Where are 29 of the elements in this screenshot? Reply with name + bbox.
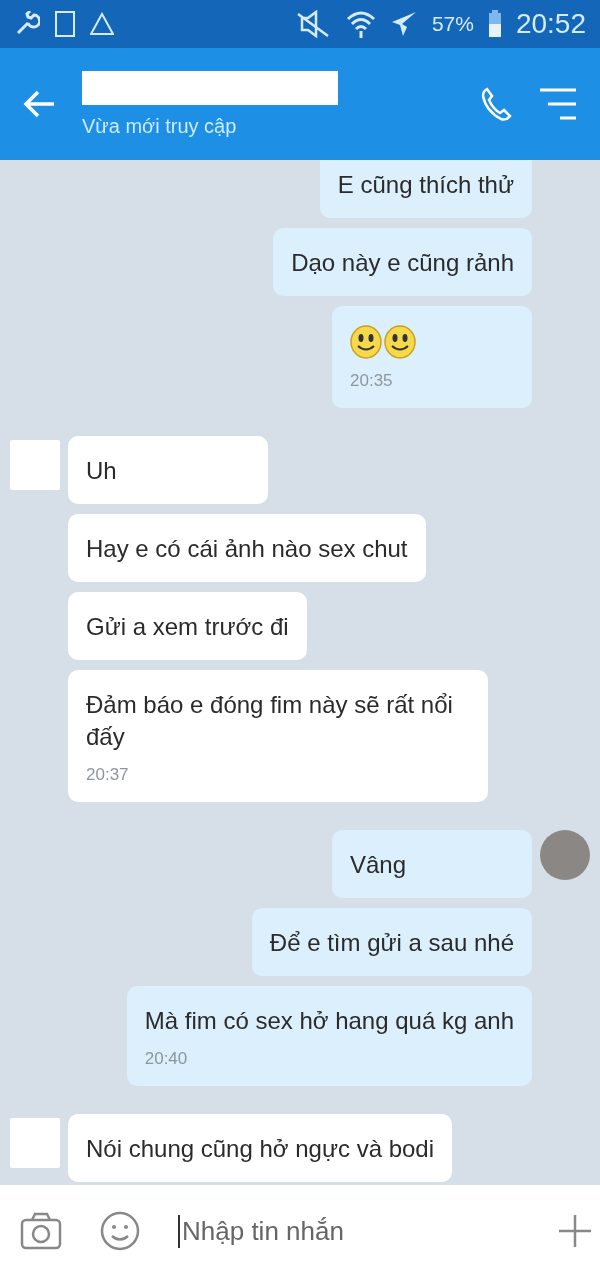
last-seen-status: Vừa mới truy cập xyxy=(82,114,238,138)
message-time: 20:37 xyxy=(86,765,130,785)
message-text: Hay e có cái ảnh nào sex chut xyxy=(86,534,408,564)
message-text: Nói chung cũng hở ngực và bodi xyxy=(86,1134,435,1164)
message-text: E cũng thích thử xyxy=(337,170,514,200)
wrench-icon xyxy=(14,11,40,37)
message-input[interactable]: Nhập tin nhắn xyxy=(178,1214,519,1248)
message-text: Mà fim có sex hở hang quá kg anh xyxy=(144,1006,514,1036)
battery-percent: 57% xyxy=(431,12,474,36)
back-button[interactable] xyxy=(22,89,56,119)
message-time: 20:40 xyxy=(144,1049,189,1069)
clock-time: 20:52 xyxy=(515,8,586,40)
menu-button[interactable] xyxy=(538,87,578,121)
message-text: Để e tìm gửi a sau nhé xyxy=(269,928,514,958)
message-text: Vâng xyxy=(350,850,408,880)
smiley-icon xyxy=(350,325,382,359)
message-text: Uh xyxy=(86,456,118,486)
message-text: Đảm báo e đóng fim này sẽ rất nổi đấy xyxy=(86,690,454,752)
smiley-icon xyxy=(384,325,416,359)
add-button[interactable] xyxy=(557,1213,593,1249)
message-time: 20:35 xyxy=(350,371,394,391)
warning-icon xyxy=(90,12,114,36)
camera-button[interactable] xyxy=(20,1212,62,1250)
message-text: Dạo này e cũng rảnh xyxy=(291,248,514,278)
emoji-button[interactable] xyxy=(100,1211,140,1251)
battery-icon xyxy=(487,10,502,38)
phone-call-button[interactable] xyxy=(480,86,512,122)
wifi-icon xyxy=(345,9,376,39)
message-text: Gửi a xem trước đi xyxy=(86,612,289,642)
